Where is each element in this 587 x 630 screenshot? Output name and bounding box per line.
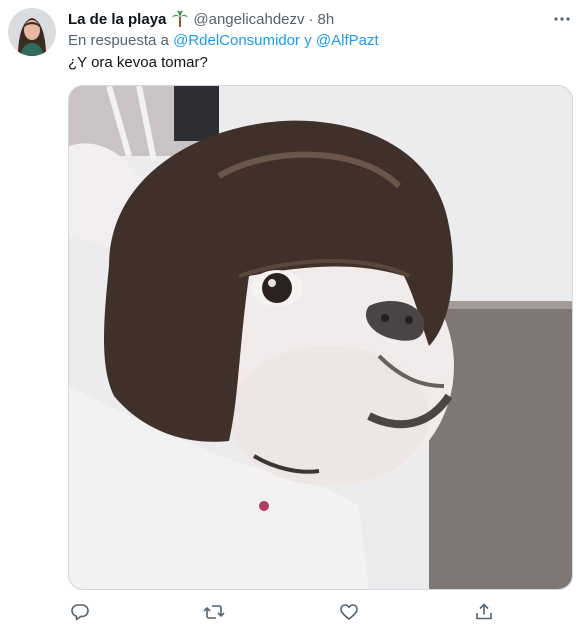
reply-context: En respuesta a @RdelConsumidor y @AlfPaz… bbox=[68, 32, 379, 49]
reply-user-link[interactable]: @RdelConsumidor bbox=[173, 32, 300, 49]
like-icon[interactable] bbox=[337, 600, 361, 624]
share-icon[interactable] bbox=[472, 600, 496, 624]
tweet-actions bbox=[68, 600, 508, 624]
reply-user-link[interactable]: @AlfPazt bbox=[316, 32, 379, 49]
more-options-icon[interactable] bbox=[553, 11, 571, 27]
tweet-header: La de la playa @angelicahdezv · 8h bbox=[68, 9, 575, 29]
tweet-photo[interactable] bbox=[68, 85, 573, 590]
separator-dot: · bbox=[308, 10, 314, 28]
avatar[interactable] bbox=[8, 8, 56, 56]
palm-tree-icon bbox=[171, 10, 189, 28]
author-name[interactable]: La de la playa bbox=[68, 11, 166, 28]
timestamp[interactable]: 8h bbox=[318, 11, 335, 28]
author-handle[interactable]: @angelicahdezv bbox=[193, 11, 304, 28]
reply-icon[interactable] bbox=[68, 600, 92, 624]
tweet-text: ¿Y ora kevoa tomar? bbox=[68, 54, 208, 71]
retweet-icon[interactable] bbox=[202, 600, 226, 624]
reply-prefix: En respuesta a bbox=[68, 32, 169, 49]
reply-joiner: y bbox=[304, 32, 312, 49]
